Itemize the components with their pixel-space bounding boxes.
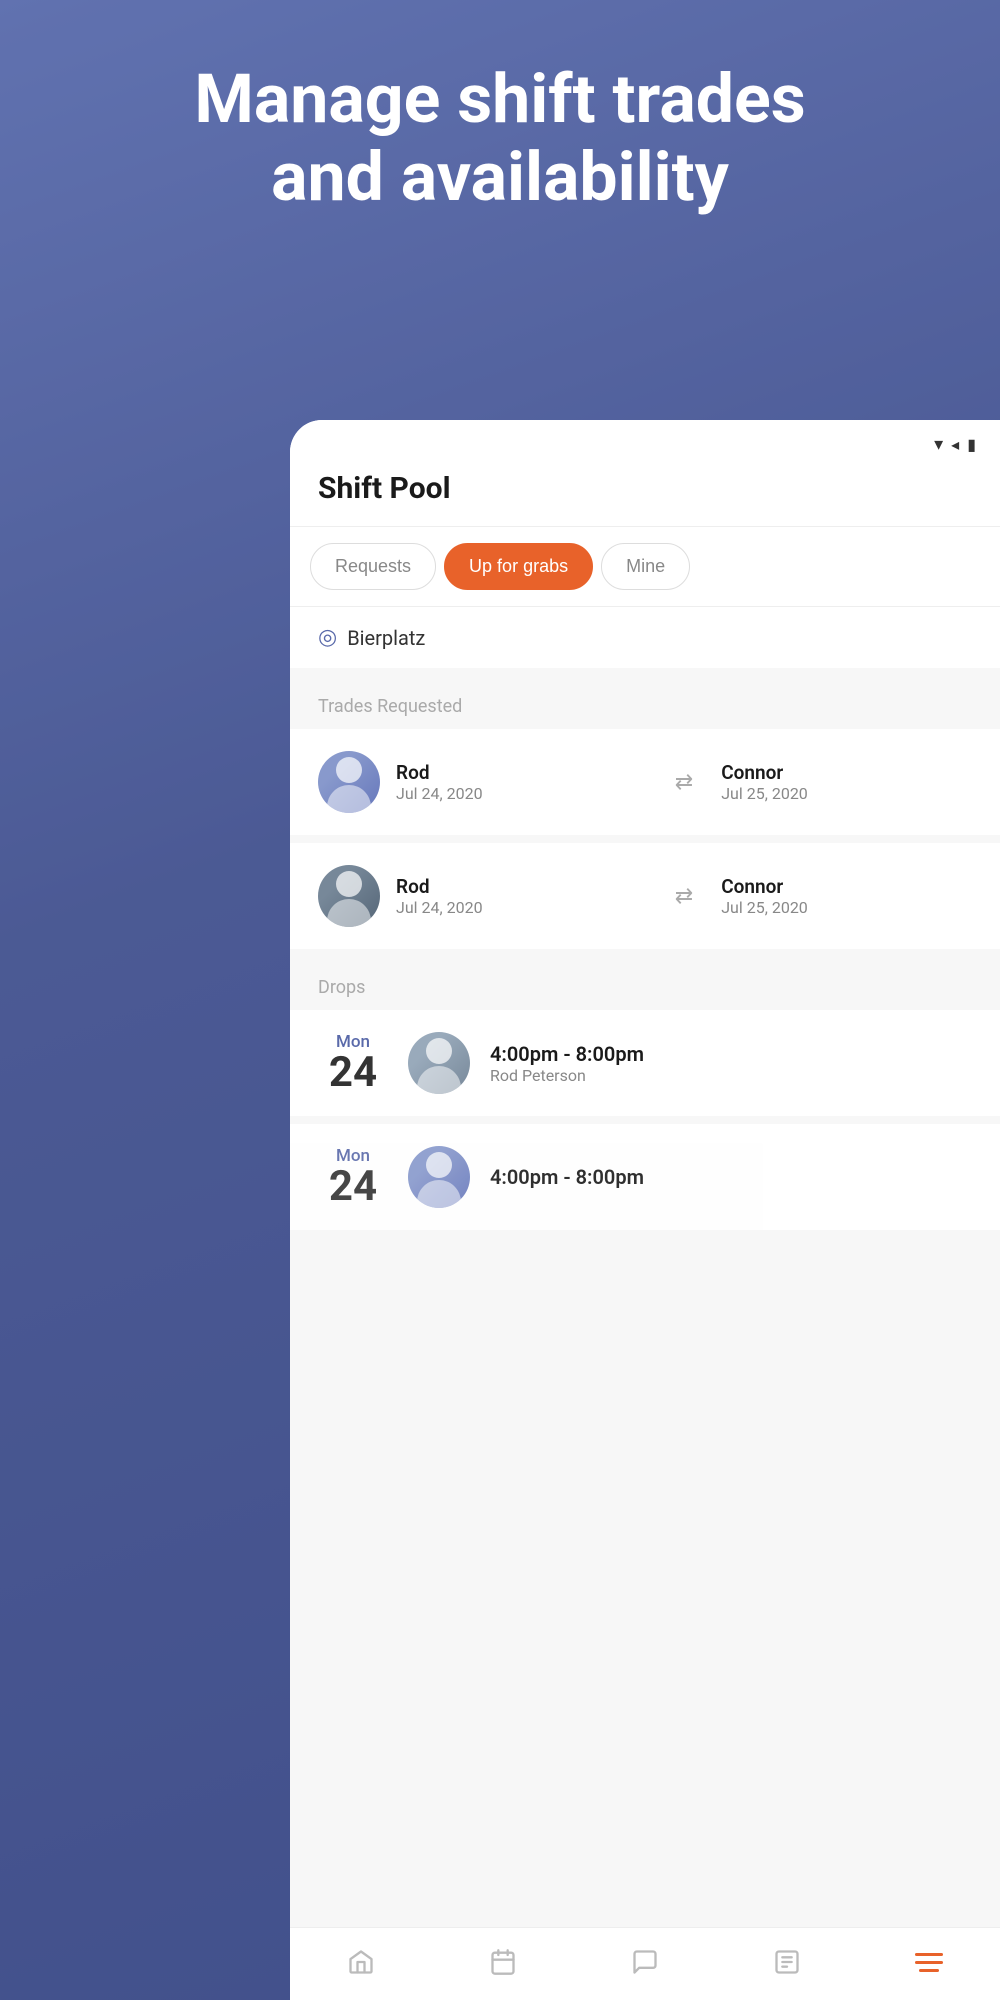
- drops-section-header: Drops: [290, 957, 1000, 1010]
- signal-icon: ◂: [951, 435, 959, 454]
- trade-item[interactable]: Rod Jul 24, 2020 ⇄ Connor Jul 25, 2020: [290, 729, 1000, 835]
- drop-time: 4:00pm - 8:00pm: [490, 1165, 972, 1189]
- avatar-body: [417, 1066, 461, 1094]
- avatar-body: [417, 1180, 461, 1208]
- trade-from-info: Rod Jul 24, 2020: [396, 761, 647, 803]
- battery-icon: ▮: [967, 435, 976, 454]
- drop-date-block: Mon 24: [318, 1032, 388, 1094]
- nav-item-calendar[interactable]: [432, 1940, 574, 1984]
- hero-title-line2: and availability: [271, 137, 729, 217]
- wifi-icon: ▾: [934, 434, 943, 455]
- trade-to-name: Connor: [721, 875, 972, 898]
- location-icon: ◎: [318, 625, 337, 650]
- nav-item-tasks[interactable]: [716, 1940, 858, 1984]
- avatar-body: [327, 899, 371, 927]
- avatar-rod-2: [318, 865, 380, 927]
- trade-to-name: Connor: [721, 761, 972, 784]
- avatar-silhouette: [318, 865, 380, 927]
- avatar-silhouette: [408, 1146, 470, 1208]
- trade-to-info: Connor Jul 25, 2020: [721, 761, 972, 803]
- drop-time: 4:00pm - 8:00pm: [490, 1042, 972, 1066]
- avatar-rod-1: [318, 751, 380, 813]
- home-icon: [347, 1948, 375, 1976]
- avatar-head: [336, 757, 362, 783]
- drop-info: 4:00pm - 8:00pm Rod Peterson: [490, 1042, 972, 1085]
- trade-to-date: Jul 25, 2020: [721, 898, 972, 917]
- app-header: Shift Pool: [290, 463, 1000, 527]
- trade-to-info: Connor Jul 25, 2020: [721, 875, 972, 917]
- location-bar: ◎ Bierplatz: [290, 607, 1000, 668]
- menu-line-1: [915, 1953, 943, 1956]
- menu-line-2: [915, 1961, 943, 1964]
- trade-item[interactable]: Rod Jul 24, 2020 ⇄ Connor Jul 25, 2020: [290, 843, 1000, 949]
- drop-item[interactable]: Mon 24 4:00pm - 8:00pm: [290, 1124, 1000, 1230]
- tab-bar: Requests Up for grabs Mine: [290, 527, 1000, 607]
- content-area: ◎ Bierplatz Trades Requested Rod Jul 24,…: [290, 607, 1000, 1927]
- tab-mine[interactable]: Mine: [601, 543, 690, 590]
- avatar-silhouette: [408, 1032, 470, 1094]
- tab-up-for-grabs[interactable]: Up for grabs: [444, 543, 593, 590]
- avatar-drop-2: [408, 1146, 470, 1208]
- drop-day-num: 24: [318, 1166, 388, 1208]
- menu-line-3: [919, 1969, 939, 1972]
- tasks-icon: [773, 1948, 801, 1976]
- drop-person: Rod Peterson: [490, 1066, 972, 1085]
- menu-icon: [915, 1953, 943, 1972]
- avatar-body: [327, 785, 371, 813]
- app-card: ▾ ◂ ▮ Shift Pool Requests Up for grabs M…: [290, 420, 1000, 2000]
- bottom-nav: [290, 1927, 1000, 2000]
- chat-icon: [631, 1948, 659, 1976]
- drop-day-num: 24: [318, 1052, 388, 1094]
- drop-info: 4:00pm - 8:00pm: [490, 1165, 972, 1189]
- location-name: Bierplatz: [347, 626, 425, 650]
- tab-requests[interactable]: Requests: [310, 543, 436, 590]
- trade-from-info: Rod Jul 24, 2020: [396, 875, 647, 917]
- drop-item[interactable]: Mon 24 4:00pm - 8:00pm Rod Peterson: [290, 1010, 1000, 1116]
- nav-item-chat[interactable]: [574, 1940, 716, 1984]
- drop-date-block: Mon 24: [318, 1146, 388, 1208]
- hero-text: Manage shift trades and availability: [0, 60, 1000, 216]
- page-title: Shift Pool: [318, 471, 451, 506]
- avatar-drop-1: [408, 1032, 470, 1094]
- trade-from-date: Jul 24, 2020: [396, 898, 647, 917]
- nav-item-menu[interactable]: [858, 1940, 1000, 1984]
- status-bar: ▾ ◂ ▮: [290, 420, 1000, 463]
- avatar-head: [426, 1038, 452, 1064]
- avatar-silhouette: [318, 751, 380, 813]
- swap-icon: ⇄: [663, 770, 705, 795]
- hero-title-line1: Manage shift trades: [194, 59, 805, 139]
- trade-to-date: Jul 25, 2020: [721, 784, 972, 803]
- calendar-icon: [489, 1948, 517, 1976]
- trade-from-name: Rod: [396, 761, 647, 784]
- nav-item-home[interactable]: [290, 1940, 432, 1984]
- trade-from-date: Jul 24, 2020: [396, 784, 647, 803]
- avatar-head: [426, 1152, 452, 1178]
- swap-icon: ⇄: [663, 884, 705, 909]
- trades-section-header: Trades Requested: [290, 676, 1000, 729]
- trade-from-name: Rod: [396, 875, 647, 898]
- avatar-head: [336, 871, 362, 897]
